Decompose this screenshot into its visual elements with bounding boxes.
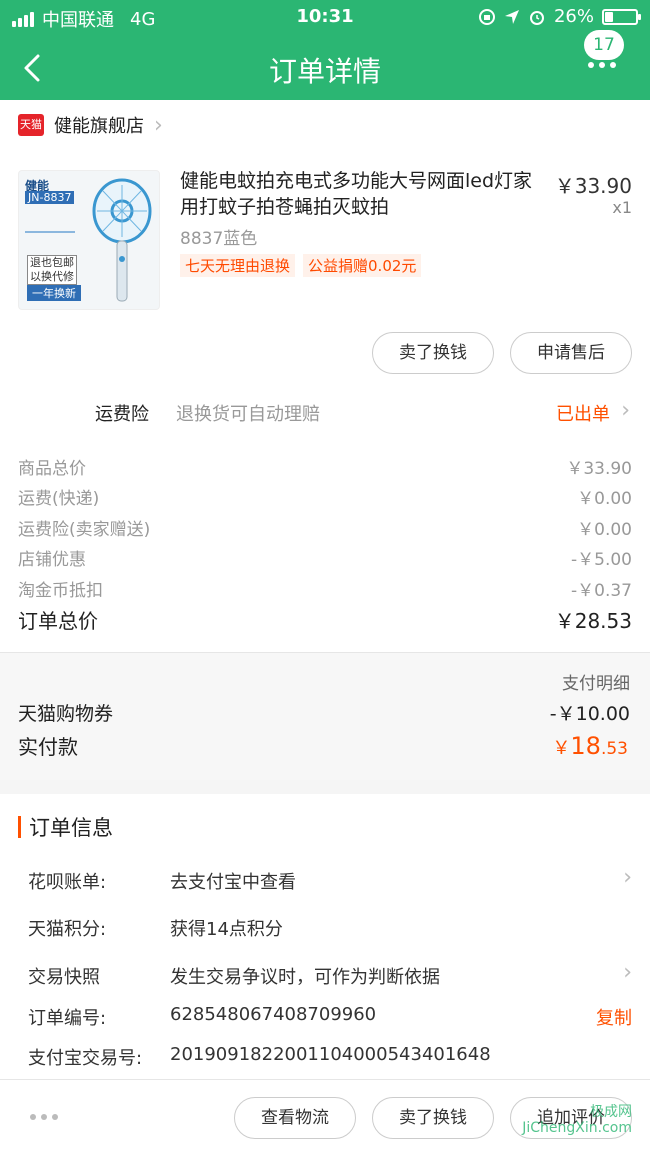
fee-row: 商品总价 ￥33.90 [18,454,632,484]
more-dots-icon [588,62,616,68]
shipping-insurance-row[interactable]: 运费险 退换货可自动理赔 已出单 › [0,398,650,428]
product-thumbnail[interactable]: 健能 JN-8837 退也包邮 以换代修 一年换新 [18,170,160,310]
product-sku: 8837蓝色 [180,229,258,249]
fee-list: 商品总价 ￥33.90 运费(快递) ￥0.00 运费险(卖家赠送) ￥0.00 店铺… [18,454,632,606]
after-sale-button[interactable]: 申请售后 [510,332,632,374]
info-value: 去支付宝中查看 [170,872,296,893]
header: 中国联通 4G 10:31 26% 订单详情 17 [0,0,650,100]
info-key: 花呗账单: [28,872,107,893]
order-total-row: 订单总价 ￥28.53 [18,605,632,634]
order-info-title: 订单信息 [18,814,113,840]
chevron-right-icon: › [623,960,632,985]
fee-row: 店铺优惠 -￥5.00 [18,545,632,575]
thumb-model: JN-8837 [25,191,75,204]
actual-paid-amount: ￥18.53 [552,732,628,760]
info-row-alipay-number: 支付宝交易号: 2019091822001104000543401648 [28,1044,632,1072]
status-right: 26% [478,6,641,27]
order-total-label: 订单总价 [18,609,98,633]
fee-row: 运费(快递) ￥0.00 [18,484,632,514]
payment-section: 支付明细 天猫购物券 -￥10.00 实付款 ￥18.53 [0,652,650,780]
amount-integer: 18 [570,732,601,760]
info-value: 2019091822001104000543401648 [170,1044,491,1065]
watermark-line1: 极成网 [590,1104,632,1120]
info-row-snapshot[interactable]: 交易快照 发生交易争议时，可作为判断依据 › [28,960,632,991]
battery-icon [602,8,641,25]
tag-return: 七天无理由退换 [180,254,296,277]
info-key: 交易快照 [28,967,100,988]
voucher-row: 天猫购物券 -￥10.00 [18,699,630,726]
order-total-value: ￥28.53 [554,609,632,633]
info-row-huabei[interactable]: 花呗账单: 去支付宝中查看 › [28,865,632,896]
status-bar: 中国联通 4G 10:31 26% [0,0,650,34]
shop-link[interactable]: 天猫 健能旗舰店 › [18,112,163,138]
info-value: 628548067408709960 [170,1004,377,1025]
product-title[interactable]: 健能电蚊拍充电式多功能大号网面led灯家用打蚊子拍苍蝇拍灭蚊拍 [180,168,550,220]
sell-button[interactable]: 卖了换钱 [372,332,494,374]
info-row-points: 天猫积分: 获得14点积分 [28,915,632,943]
battery-percent: 26% [553,6,594,27]
order-info-section: 订单信息 花呗账单: 去支付宝中查看 › 天猫积分: 获得14点积分 交易快照 … [0,794,650,1079]
service-tags: 七天无理由退换 公益捐赠0.02元 [180,254,422,277]
insurance-desc: 退换货可自动理赔 [176,404,320,425]
actual-paid-row: 实付款 ￥18.53 [18,731,628,760]
rotation-lock-icon [478,8,495,25]
actual-paid-label: 实付款 [18,735,78,759]
fee-row: 淘金币抵扣 -￥0.37 [18,576,632,606]
fee-value: -￥5.00 [571,550,632,571]
product-quantity: x1 [612,198,632,217]
info-value: 获得14点积分 [170,919,283,940]
fee-label: 商品总价 [18,459,86,479]
payment-detail-link[interactable]: 支付明细 [562,669,630,694]
title-accent-bar [18,816,21,838]
currency-symbol: ￥ [552,738,571,759]
fee-label: 运费(快递) [18,489,100,510]
amount-decimal: .53 [600,739,628,759]
chevron-right-icon: › [621,398,630,423]
page-title: 订单详情 [268,55,381,88]
more-dots-icon[interactable] [30,1114,58,1120]
tag-charity: 公益捐赠0.02元 [303,254,422,277]
info-key: 订单编号: [28,1008,107,1029]
more-button[interactable]: 17 [584,30,636,78]
product-price: ￥33.90 [554,174,632,198]
view-logistics-button[interactable]: 查看物流 [234,1097,356,1139]
chevron-right-icon: › [623,865,632,890]
order-info-heading: 订单信息 [29,816,113,840]
voucher-value: -￥10.00 [549,703,630,725]
watermark: 极成网 JiChengXin.com [522,1104,632,1136]
message-badge: 17 [584,30,624,60]
info-row-order-number: 订单编号: 628548067408709960 复制 [28,1004,632,1032]
fee-label: 运费险(卖家赠送) [18,519,151,540]
nav-bar: 订单详情 17 [0,30,650,100]
voucher-label: 天猫购物券 [18,703,114,725]
fee-label: 淘金币抵扣 [18,580,103,601]
insurance-label: 运费险 [95,404,149,425]
thumb-stamp-returns: 退也包邮 以换代修 [27,255,77,285]
tmall-logo: 天猫 [18,114,44,136]
sell-button[interactable]: 卖了换钱 [372,1097,494,1139]
copy-button[interactable]: 复制 [596,1004,632,1030]
watermark-line2: JiChengXin.com [522,1120,632,1136]
racket-image [92,178,152,302]
fee-value: ￥0.00 [577,519,632,540]
order-card: 天猫 健能旗舰店 › 健能 JN-8837 退也包邮 以换代修 一年换新 健能电… [0,100,650,652]
battery-fill [605,11,613,22]
item-actions: 卖了换钱 申请售后 [372,332,632,374]
fee-value: ￥33.90 [566,459,632,479]
info-key: 支付宝交易号: [28,1048,143,1069]
shop-name: 健能旗舰店 [54,116,144,137]
info-key: 天猫积分: [28,919,107,940]
thumb-divider [25,231,75,233]
alarm-icon [529,10,544,25]
chevron-right-icon: › [154,112,163,138]
thumb-stamp-warranty: 一年换新 [27,285,81,301]
location-icon [504,9,519,24]
insurance-status: 已出单 [556,404,610,425]
fee-label: 店铺优惠 [18,550,86,571]
info-value: 发生交易争议时，可作为判断依据 [170,967,440,988]
fee-row: 运费险(卖家赠送) ￥0.00 [18,515,632,545]
fee-value: -￥0.37 [571,580,632,601]
fee-value: ￥0.00 [577,489,632,510]
